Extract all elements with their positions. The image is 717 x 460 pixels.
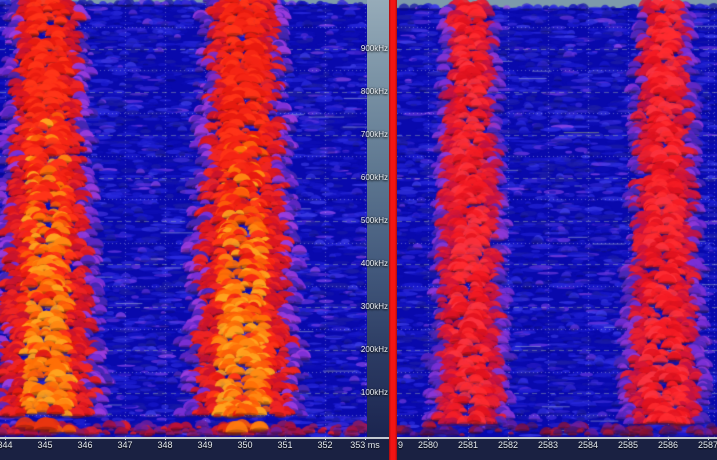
time-tick-label: 353 ms	[350, 440, 380, 450]
time-tick-label-partial: 9	[398, 440, 403, 450]
freq-label: 800kHz	[361, 88, 388, 96]
freq-label: 700kHz	[361, 131, 388, 139]
freq-label: 500kHz	[361, 217, 388, 225]
waterfall-spectrogram-left[interactable]	[0, 0, 367, 437]
time-tick-label: 2582	[498, 440, 518, 450]
time-tick-label: 2581	[458, 440, 478, 450]
time-tick-label: 352	[317, 440, 332, 450]
freq-label: 100kHz	[361, 389, 388, 397]
time-tick-label: 350	[237, 440, 252, 450]
time-tick-label: 2584	[578, 440, 598, 450]
dual-spectrogram-comparison: 900kHz 800kHz 700kHz 600kHz 500kHz 400kHz 300k…	[0, 0, 717, 460]
time-axis-left: 344 345 346 347 348 349 350 351 352 353 ms	[0, 437, 389, 460]
time-tick-label: 2580	[418, 440, 438, 450]
freq-label: 300kHz	[361, 303, 388, 311]
freq-label: 200kHz	[361, 346, 388, 354]
time-tick-label: 2586	[658, 440, 678, 450]
time-tick-label: 345	[37, 440, 52, 450]
freq-label: 900kHz	[361, 45, 388, 53]
time-tick-label: 2585	[618, 440, 638, 450]
time-tick-label: 2583	[538, 440, 558, 450]
time-tick-label: 351	[277, 440, 292, 450]
frequency-axis-wall: 900kHz800kHz700kHz600kHz500kHz400kHz300k…	[367, 0, 389, 437]
time-tick-label: 2587	[698, 440, 717, 450]
red-split-divider	[389, 0, 397, 460]
freq-label: 400kHz	[361, 260, 388, 268]
waterfall-spectrogram-right[interactable]	[397, 0, 717, 437]
time-axis-right: 2580 2581 2582 2583 2584 2585 2586 2587 9	[397, 437, 717, 460]
freq-label: 600kHz	[361, 174, 388, 182]
time-tick-label: 349	[197, 440, 212, 450]
time-tick-label: 346	[77, 440, 92, 450]
time-tick-label: 347	[117, 440, 132, 450]
time-tick-label: 344	[0, 440, 13, 450]
time-tick-label: 348	[157, 440, 172, 450]
